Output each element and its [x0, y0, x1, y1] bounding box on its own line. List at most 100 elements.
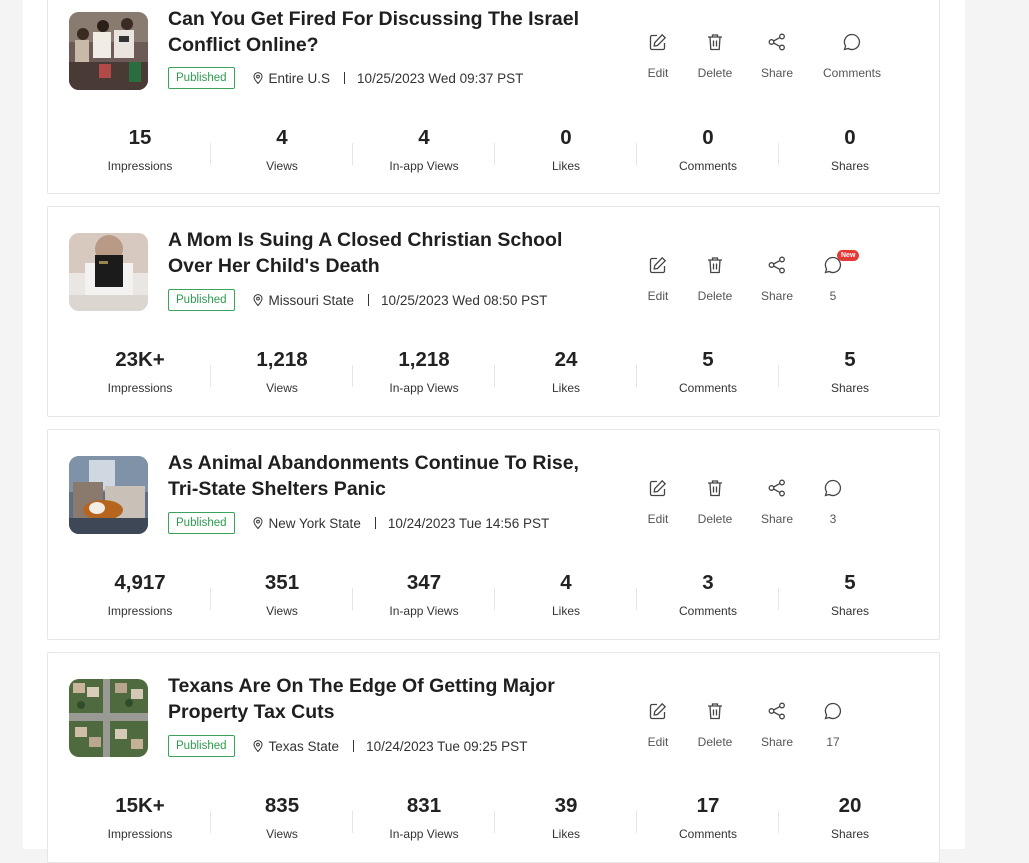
stat-label: Impressions [107, 827, 173, 841]
comment-bubble-icon [793, 700, 873, 722]
stat-value: 0 [844, 126, 856, 149]
stat-label: Views [266, 604, 298, 618]
stat-value: 15K+ [115, 794, 165, 817]
stat-label: Likes [551, 381, 580, 395]
stat-value: 4,917 [114, 571, 166, 594]
stat-views: 835 Views [211, 793, 353, 841]
stat-inapp-views: 347 In-app Views [353, 570, 495, 618]
stat-value: 5 [702, 348, 714, 371]
stat-likes: 0 Likes [495, 125, 637, 173]
stat-label: Views [266, 159, 298, 173]
stat-value: 0 [702, 126, 714, 149]
stat-value: 1,218 [398, 348, 450, 371]
share-label: Share [760, 66, 794, 80]
stat-label: In-app Views [389, 604, 459, 618]
comments-label: Comments [822, 66, 881, 80]
comments-count: 5 [829, 289, 837, 303]
stat-label: Impressions [107, 159, 173, 173]
stat-value: 23K+ [115, 348, 165, 371]
post-card: As Animal Abandonments Continue To Rise,… [47, 429, 940, 640]
stat-inapp-views: 831 In-app Views [353, 793, 495, 841]
stat-label: Shares [830, 381, 870, 395]
stat-views: 1,218 Views [211, 347, 353, 395]
stat-value: 39 [554, 794, 578, 817]
stat-label: Shares [830, 159, 870, 173]
comments-count: 3 [829, 512, 837, 526]
stat-label: Shares [830, 604, 870, 618]
stat-value: 347 [406, 571, 442, 594]
post-stats: 23K+ Impressions 1,218 Views 1,218 In-app V… [69, 347, 921, 407]
stat-shares: 0 Shares [779, 125, 921, 173]
stat-impressions: 15K+ Impressions [69, 793, 211, 841]
share-button[interactable]: Share [737, 31, 817, 80]
stat-value: 15 [128, 126, 152, 149]
stat-label: Views [266, 827, 298, 841]
stat-comments: 0 Comments [637, 125, 779, 173]
stat-inapp-views: 4 In-app Views [353, 125, 495, 173]
stat-impressions: 23K+ Impressions [69, 347, 211, 395]
post-actions: Edit Delete Share New 5 [48, 250, 939, 314]
stat-value: 831 [406, 794, 442, 817]
stat-label: Likes [551, 604, 580, 618]
stat-shares: 20 Shares [779, 793, 921, 841]
comments-button[interactable]: 3 [793, 477, 873, 526]
stat-comments: 3 Comments [637, 570, 779, 618]
stat-label: Likes [551, 827, 580, 841]
stat-views: 4 Views [211, 125, 353, 173]
stat-value: 4 [418, 126, 430, 149]
post-card: Texans Are On The Edge Of Getting Major … [47, 652, 940, 863]
stat-label: Comments [678, 604, 737, 618]
comments-button[interactable]: New 5 [793, 250, 873, 303]
post-card: Can You Get Fired For Discussing The Isr… [47, 0, 940, 194]
stat-value: 3 [702, 571, 714, 594]
stat-value: 1,218 [256, 348, 308, 371]
post-actions: Edit Delete Share 3 [48, 477, 939, 537]
stat-value: 351 [264, 571, 300, 594]
stat-label: Views [266, 381, 298, 395]
stat-impressions: 4,917 Impressions [69, 570, 211, 618]
post-card: A Mom Is Suing A Closed Christian School… [47, 206, 940, 417]
stat-label: Comments [678, 159, 737, 173]
comment-bubble-icon [793, 477, 873, 499]
post-stats: 15 Impressions 4 Views 4 In-app Views 0 Like… [69, 125, 921, 185]
stat-label: In-app Views [389, 827, 459, 841]
stat-comments: 5 Comments [637, 347, 779, 395]
stat-value: 0 [560, 126, 572, 149]
stat-inapp-views: 1,218 In-app Views [353, 347, 495, 395]
share-icon [737, 31, 817, 53]
stat-impressions: 15 Impressions [69, 125, 211, 173]
post-actions: Edit Delete Share 17 [48, 700, 939, 760]
comments-button[interactable]: 17 [793, 700, 873, 749]
stat-value: 4 [276, 126, 288, 149]
stat-label: Shares [830, 827, 870, 841]
stat-value: 5 [844, 348, 856, 371]
stat-likes: 39 Likes [495, 793, 637, 841]
stat-value: 20 [838, 794, 862, 817]
stat-label: Comments [678, 381, 737, 395]
comments-button[interactable]: Comments [812, 31, 892, 80]
stat-value: 5 [844, 571, 856, 594]
comment-bubble-icon [812, 31, 892, 53]
stat-label: In-app Views [389, 381, 459, 395]
stat-likes: 24 Likes [495, 347, 637, 395]
stat-shares: 5 Shares [779, 570, 921, 618]
stat-label: Likes [551, 159, 580, 173]
stat-label: Impressions [107, 604, 173, 618]
stat-label: In-app Views [389, 159, 459, 173]
stat-views: 351 Views [211, 570, 353, 618]
stat-value: 24 [554, 348, 578, 371]
comments-count: 17 [826, 735, 840, 749]
post-stats: 15K+ Impressions 835 Views 831 In-app Views… [69, 793, 921, 853]
new-badge: New [837, 250, 860, 261]
stat-likes: 4 Likes [495, 570, 637, 618]
stat-value: 4 [560, 571, 572, 594]
stat-value: 835 [264, 794, 300, 817]
stat-label: Impressions [107, 381, 173, 395]
comment-bubble-icon: New [793, 250, 873, 276]
post-stats: 4,917 Impressions 351 Views 347 In-app View… [69, 570, 921, 630]
stat-shares: 5 Shares [779, 347, 921, 395]
post-actions: Edit Delete Share Comments [48, 31, 939, 91]
stat-label: Comments [678, 827, 737, 841]
stat-value: 17 [696, 794, 720, 817]
stat-comments: 17 Comments [637, 793, 779, 841]
